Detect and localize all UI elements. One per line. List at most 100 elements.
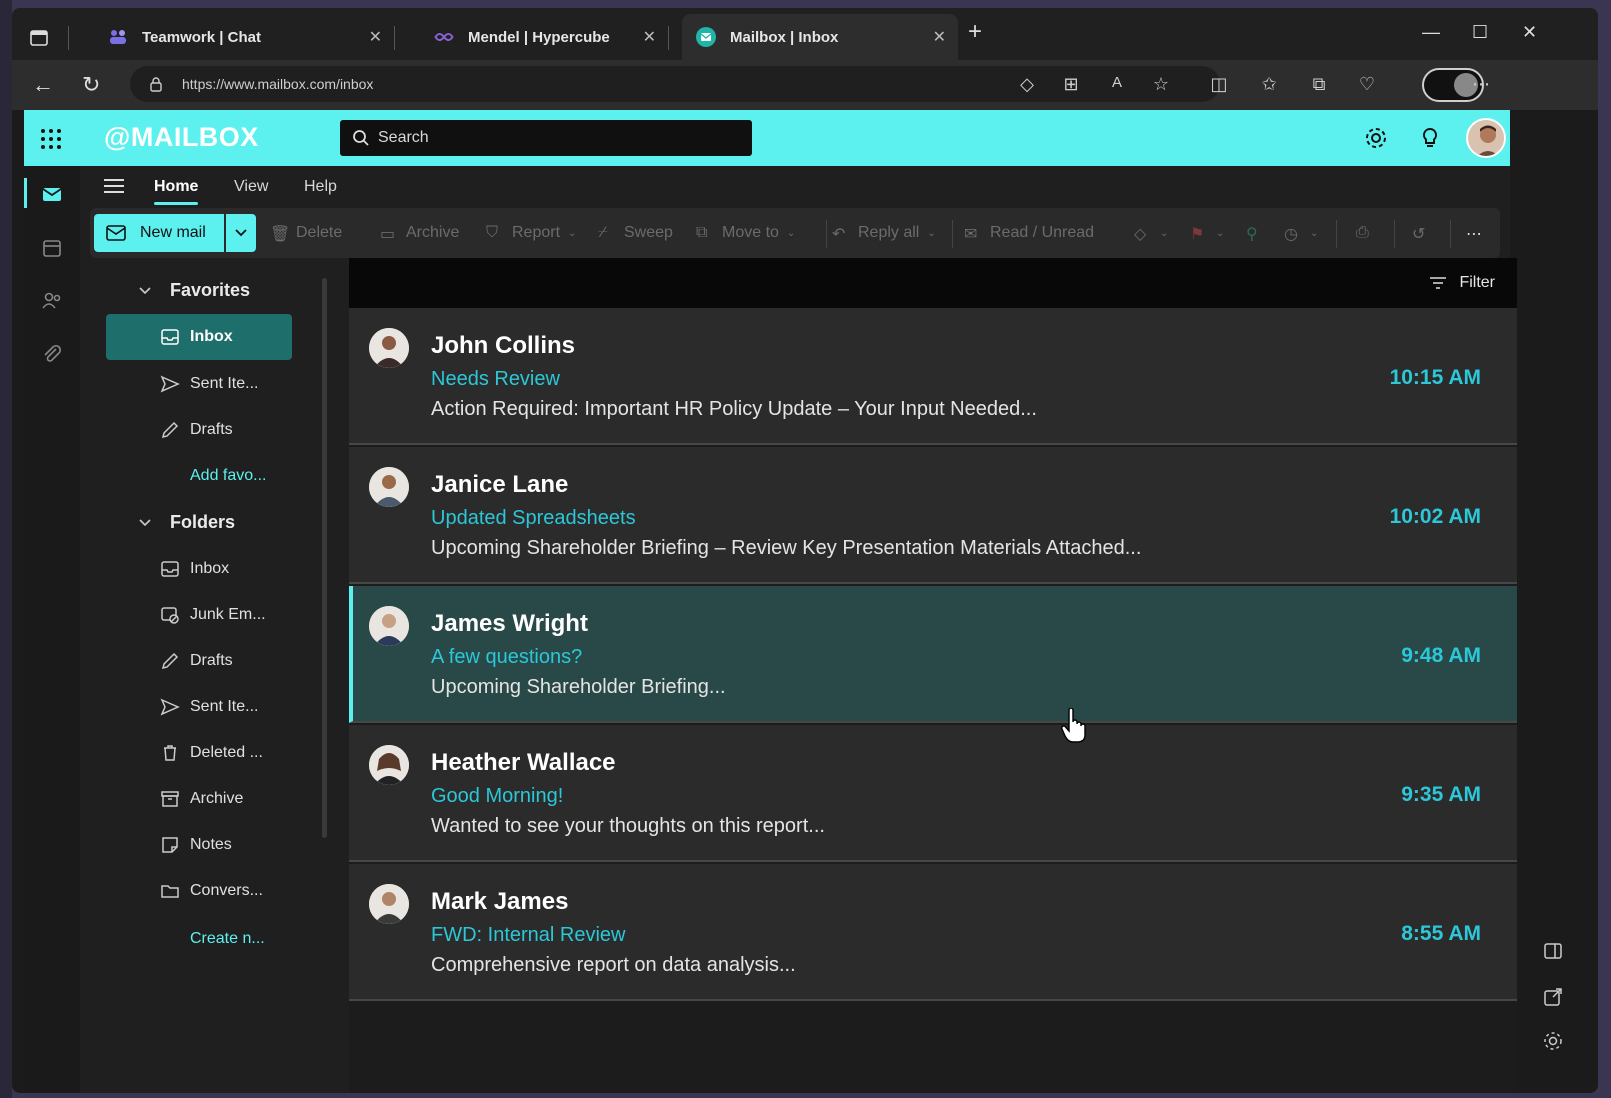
mail-icon[interactable]	[40, 182, 64, 206]
folder-drafts[interactable]: Drafts	[106, 638, 292, 684]
app-launcher-icon[interactable]	[40, 128, 62, 150]
favorite-sent-items[interactable]: Sent Ite...	[106, 361, 292, 407]
maximize-icon[interactable]: ☐	[1472, 22, 1488, 43]
message-row-selected[interactable]: James Wright A few questions? Upcoming S…	[349, 586, 1517, 723]
delete-button[interactable]: 🗑 Delete	[270, 224, 342, 243]
user-avatar[interactable]	[1466, 118, 1506, 158]
close-tab-icon[interactable]: ✕	[369, 27, 382, 47]
refresh-icon[interactable]: ↻	[82, 72, 100, 98]
folder-notes[interactable]: Notes	[106, 822, 292, 868]
apps-icon[interactable]: ⊞	[1060, 74, 1082, 96]
minimize-icon[interactable]: —	[1422, 22, 1440, 43]
open-external-icon[interactable]	[1542, 986, 1564, 1008]
folder-pane-scrollbar[interactable]	[322, 278, 327, 838]
message-time: 9:35 AM	[1401, 783, 1481, 806]
tag-button[interactable]: ◇ ⌄	[1134, 224, 1168, 243]
sender-avatar	[369, 606, 409, 646]
print-button[interactable]: ⎙	[1356, 224, 1382, 242]
tab-title: Mendel | Hypercube	[468, 28, 610, 46]
filter-button[interactable]: Filter	[1429, 274, 1495, 292]
attachment-icon[interactable]	[40, 342, 64, 366]
more-icon[interactable]: ⋯	[1470, 74, 1492, 96]
folder-junk-email[interactable]: Junk Em...	[106, 592, 292, 638]
close-tab-icon[interactable]: ✕	[933, 27, 946, 47]
reply-all-button[interactable]: ↶ Reply all ⌄	[832, 224, 936, 243]
favorite-star-icon[interactable]: ☆	[1150, 74, 1172, 96]
tab-view[interactable]: View	[234, 178, 268, 196]
folder-conversation-history[interactable]: Convers...	[106, 868, 292, 914]
archive-button[interactable]: ▭ Archive	[380, 224, 459, 243]
tab-teamwork-chat[interactable]: Teamwork | Chat ✕	[94, 14, 394, 60]
folder-label: Drafts	[190, 421, 233, 438]
new-mail-label: New mail	[140, 224, 206, 241]
toolbar-separator	[826, 220, 827, 248]
collections-icon[interactable]: ⧉	[1308, 74, 1330, 96]
new-tab-icon[interactable]: +	[968, 18, 982, 46]
pin-button[interactable]: ⚲	[1246, 224, 1272, 243]
undo-button[interactable]: ↺	[1412, 224, 1438, 243]
folder-label: Convers...	[190, 882, 263, 899]
message-row[interactable]: Mark James FWD: Internal Review Comprehe…	[349, 864, 1517, 1001]
folders-header[interactable]: Folders	[139, 512, 235, 533]
settings-gear-icon[interactable]	[1364, 126, 1388, 150]
report-button[interactable]: ⛉ Report ⌄	[486, 224, 576, 242]
menu-hamburger-icon[interactable]	[104, 178, 124, 194]
folder-inbox[interactable]: Inbox	[106, 546, 292, 592]
heart-icon[interactable]: ♡	[1356, 74, 1378, 96]
add-favorite-link[interactable]: Add favo...	[190, 467, 267, 485]
folder-archive[interactable]: Archive	[106, 776, 292, 822]
tab-mailbox-inbox[interactable]: Mailbox | Inbox ✕	[682, 14, 958, 60]
folder-deleted-items[interactable]: Deleted ...	[106, 730, 292, 776]
split-screen-icon[interactable]: ◫	[1208, 74, 1230, 96]
favorites-header[interactable]: Favorites	[139, 280, 250, 301]
folder-sent-items[interactable]: Sent Ite...	[106, 684, 292, 730]
lightbulb-icon[interactable]	[1418, 126, 1442, 150]
settings-gear-icon[interactable]	[1542, 1030, 1564, 1052]
url-field[interactable]: https://www.mailbox.com/inbox	[130, 66, 1220, 102]
side-panel-icon[interactable]	[1542, 940, 1564, 962]
search-box[interactable]	[340, 120, 752, 156]
rail-active-indicator	[24, 178, 27, 208]
close-tab-icon[interactable]: ✕	[643, 27, 656, 47]
toolbar-separator	[1450, 220, 1451, 248]
message-row[interactable]: John Collins Needs Review Action Require…	[349, 308, 1517, 445]
favorite-drafts[interactable]: Drafts	[106, 407, 292, 453]
more-icon: ⋯	[1466, 226, 1482, 243]
read-aloud-icon[interactable]: A	[1106, 74, 1128, 96]
tab-help[interactable]: Help	[304, 178, 337, 196]
printer-icon: ⎙	[1356, 224, 1369, 241]
sweep-button[interactable]: ⌿ Sweep	[598, 224, 673, 242]
tab-home[interactable]: Home	[154, 178, 198, 196]
people-icon[interactable]	[40, 288, 64, 312]
back-icon[interactable]: ←	[32, 72, 54, 98]
favorites-icon[interactable]: ✩	[1258, 74, 1280, 96]
folder-label: Junk Em...	[190, 606, 266, 623]
new-mail-button[interactable]: New mail	[94, 214, 224, 252]
junk-icon	[161, 607, 179, 624]
message-time: 9:48 AM	[1401, 644, 1481, 667]
search-input[interactable]	[378, 129, 738, 147]
message-subject: A few questions?	[431, 646, 583, 668]
create-new-folder-link[interactable]: Create n...	[190, 930, 265, 948]
tab-actions-icon[interactable]	[30, 30, 48, 46]
snooze-button[interactable]: ◷ ⌄	[1284, 224, 1318, 243]
calendar-icon[interactable]	[40, 236, 64, 260]
message-row[interactable]: Janice Lane Updated Spreadsheets Upcomin…	[349, 447, 1517, 584]
message-subject: Good Morning!	[431, 785, 564, 807]
favorite-inbox[interactable]: Inbox	[106, 314, 292, 360]
new-mail-dropdown[interactable]	[226, 214, 256, 252]
message-row[interactable]: Heather Wallace Good Morning! Wanted to …	[349, 725, 1517, 862]
eye-icon[interactable]: ◇	[1016, 74, 1038, 96]
active-tab-underline	[154, 202, 198, 205]
more-options-button[interactable]: ⋯	[1466, 224, 1492, 243]
read-unread-label: Read / Unread	[990, 224, 1095, 241]
chevron-down-icon: ⌄	[1216, 227, 1225, 239]
tab-mendel-hypercube[interactable]: Mendel | Hypercube ✕	[420, 14, 668, 60]
close-window-icon[interactable]: ✕	[1522, 22, 1537, 43]
folder-label: Inbox	[190, 560, 230, 577]
read-unread-button[interactable]: ✉ Read / Unread	[964, 224, 1095, 243]
move-to-button[interactable]: ⧉ Move to ⌄	[696, 224, 795, 242]
flag-button[interactable]: ⚑ ⌄	[1190, 224, 1225, 243]
folder-label: Deleted ...	[190, 744, 263, 761]
tab-title: Teamwork | Chat	[142, 28, 261, 46]
